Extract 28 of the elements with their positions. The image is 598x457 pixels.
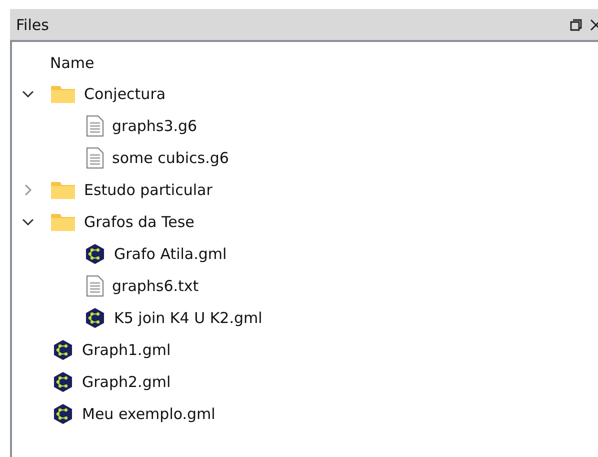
graph-icon	[52, 371, 74, 393]
tree-item[interactable]: Grafos da Tese	[84, 213, 194, 231]
graph-icon	[84, 307, 106, 329]
tree-item[interactable]: graphs6.txt	[112, 277, 199, 295]
tree-item[interactable]: Estudo particular	[84, 181, 212, 199]
column-header[interactable]: Name	[50, 48, 94, 78]
folder-icon	[50, 84, 76, 104]
chevron-down-icon[interactable]	[22, 216, 34, 228]
document-icon	[86, 275, 104, 297]
tree-item[interactable]: Meu exemplo.gml	[82, 405, 216, 423]
document-icon	[86, 115, 104, 137]
tree-item[interactable]: some cubics.g6	[112, 149, 229, 167]
tree-item[interactable]: Graph1.gml	[82, 341, 171, 359]
panel-title: Files	[16, 16, 50, 34]
tree-item[interactable]: Grafo Atila.gml	[114, 245, 227, 263]
tree-item[interactable]: Graph2.gml	[82, 373, 171, 391]
graph-icon	[52, 339, 74, 361]
chevron-down-icon[interactable]	[22, 88, 34, 100]
folder-icon	[50, 212, 76, 232]
chevron-right-icon[interactable]	[22, 184, 34, 196]
tree-item[interactable]: K5 join K4 U K2.gml	[114, 309, 262, 327]
tree-item[interactable]: graphs3.g6	[112, 117, 198, 135]
tree-item[interactable]: Conjectura	[84, 85, 166, 103]
graph-icon	[84, 243, 106, 265]
folder-icon	[50, 180, 76, 200]
restore-icon[interactable]	[570, 18, 582, 30]
graph-icon	[52, 403, 74, 425]
document-icon	[86, 147, 104, 169]
